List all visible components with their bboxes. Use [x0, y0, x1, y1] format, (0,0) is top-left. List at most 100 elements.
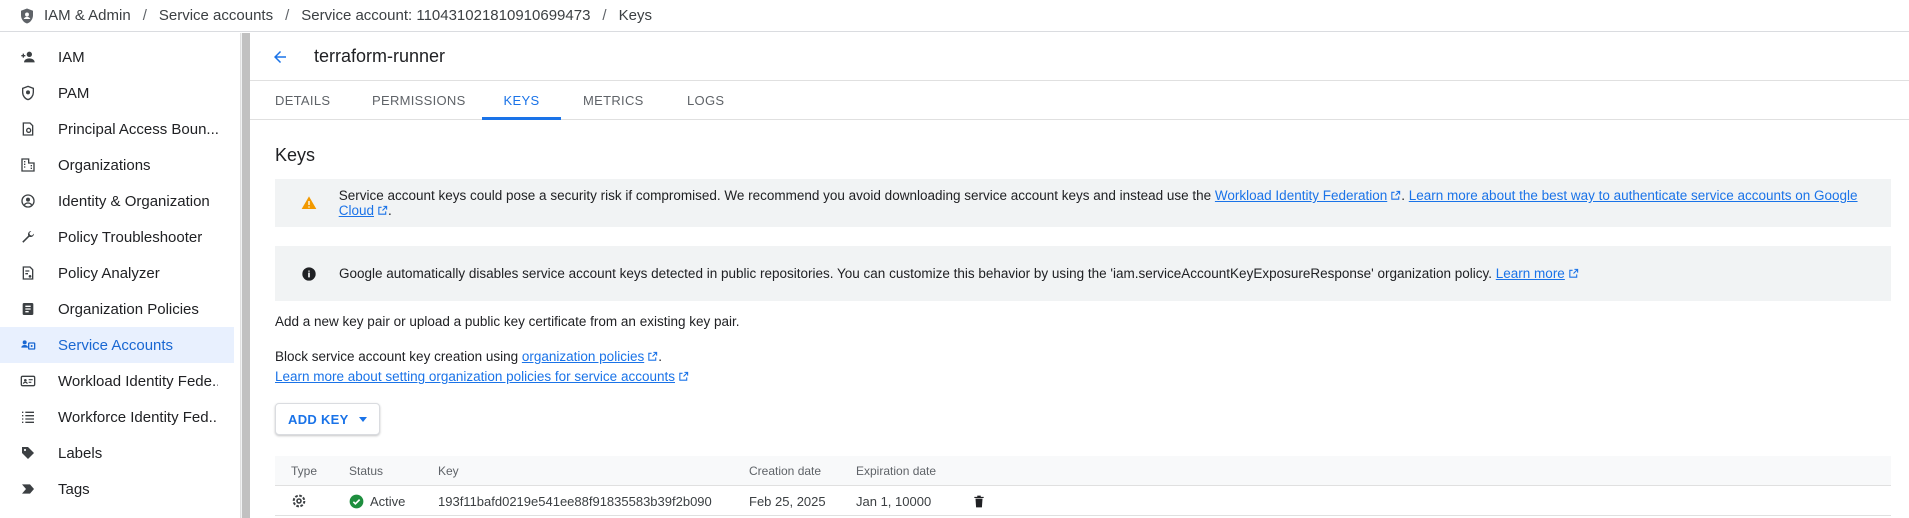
block-key-text: Block service account key creation using…: [275, 349, 662, 364]
sidebar-item-label: Policy Analyzer: [58, 264, 160, 282]
trash-icon: [974, 495, 984, 507]
check-circle-icon: [349, 494, 364, 508]
breadcrumb-service-accounts[interactable]: Service accounts: [159, 7, 273, 24]
sidebar-item-identity-organization[interactable]: Identity & Organization: [0, 183, 234, 219]
sidebar-item-iam[interactable]: IAM: [0, 39, 234, 75]
organization-policies-link[interactable]: organization policies: [522, 349, 644, 364]
breadcrumb-iam-admin[interactable]: IAM & Admin: [44, 7, 131, 24]
list-document-icon: [19, 300, 37, 318]
sidebar-item-organizations[interactable]: Organizations: [0, 147, 234, 183]
tab-permissions[interactable]: PERMISSIONS: [372, 82, 465, 120]
table-row: Active 193f11bafd0219e541ee88f91835583b3…: [275, 486, 1891, 516]
delete-key-button[interactable]: [972, 486, 986, 516]
sidebar-item-label: Workforce Identity Fed...: [58, 408, 218, 426]
sidebar-item-label: Tags: [58, 480, 90, 498]
breadcrumb: IAM & Admin / Service accounts / Service…: [0, 0, 1909, 32]
sidebar-item-workload-identity-federation[interactable]: Workload Identity Fede...: [0, 363, 234, 399]
main-content: terraform-runner DETAILS PERMISSIONS KEY…: [250, 33, 1909, 518]
warning-icon: [299, 193, 319, 213]
sidebar-item-label: Policy Troubleshooter: [58, 228, 203, 246]
sidebar-item-policy-troubleshooter[interactable]: Policy Troubleshooter: [0, 219, 234, 255]
sidebar-item-label: IAM: [58, 48, 85, 66]
document-search-icon: [19, 264, 37, 282]
chevron-tag-icon: [19, 480, 37, 498]
account-circle-icon: [19, 192, 37, 210]
wrench-icon: [19, 228, 37, 246]
creation-date-cell: Feb 25, 2025: [749, 493, 826, 509]
warning-text-separator: .: [1401, 188, 1409, 203]
add-key-button[interactable]: ADD KEY: [275, 403, 380, 435]
sidebar-item-label: Identity & Organization: [58, 192, 210, 210]
add-key-description: Add a new key pair or upload a public ke…: [275, 314, 740, 329]
sidebar: IAM PAM Principal Access Boun... Organiz…: [0, 33, 240, 518]
page-title: terraform-runner: [314, 46, 446, 66]
sidebar-item-pam[interactable]: PAM: [0, 75, 234, 111]
sidebar-item-principal-access-boundary[interactable]: Principal Access Boun...: [0, 111, 234, 147]
tab-logs[interactable]: LOGS: [687, 82, 724, 120]
sidebar-item-policy-analyzer[interactable]: Policy Analyzer: [0, 255, 234, 291]
warning-banner: Service account keys could pose a securi…: [275, 179, 1891, 227]
warning-text-end: .: [387, 203, 392, 218]
external-link-icon: [648, 351, 658, 361]
workload-identity-federation-link[interactable]: Workload Identity Federation: [1215, 188, 1387, 203]
breadcrumb-service-account[interactable]: Service account: 110431021810910699473: [301, 7, 590, 24]
breadcrumb-separator: /: [285, 7, 290, 24]
block-key-text-body: Block service account key creation using: [275, 349, 522, 364]
learn-org-policies-link[interactable]: Learn more about setting organization po…: [275, 369, 675, 384]
learn-org-policies: Learn more about setting organization po…: [275, 369, 689, 384]
breadcrumb-keys: Keys: [618, 7, 652, 24]
sidebar-item-label: Organization Policies: [58, 300, 199, 318]
tag-icon: [19, 444, 37, 462]
breadcrumb-separator: /: [602, 7, 607, 24]
sidebar-item-label: Organizations: [58, 156, 151, 174]
iam-shield-icon: [21, 8, 33, 23]
column-creation-date: Creation date: [749, 464, 822, 478]
tab-keys[interactable]: KEYS: [482, 82, 561, 120]
learn-more-link[interactable]: Learn more: [1496, 266, 1565, 281]
sidebar-item-label: PAM: [58, 84, 90, 102]
back-button[interactable]: [268, 45, 292, 69]
list-icon: [19, 408, 37, 426]
info-banner: Google automatically disables service ac…: [275, 246, 1891, 301]
sidebar-item-label: Workload Identity Fede...: [58, 372, 218, 390]
info-text-body: Google automatically disables service ac…: [339, 266, 1496, 281]
sidebar-item-workforce-identity-federation[interactable]: Workforce Identity Fed...: [0, 399, 234, 435]
key-status-cell: Active: [349, 486, 405, 516]
sidebar-item-label: Principal Access Boun...: [58, 120, 218, 138]
tab-metrics[interactable]: METRICS: [583, 82, 643, 120]
column-status: Status: [349, 464, 384, 478]
scrollbar-thumb[interactable]: [242, 33, 250, 518]
warning-text-body: Service account keys could pose a securi…: [338, 188, 1215, 203]
building-icon: [19, 156, 37, 174]
column-type: Type: [291, 464, 318, 478]
caret-down-icon: [358, 416, 367, 422]
policy-icon: [19, 120, 37, 138]
column-key: Key: [438, 464, 459, 478]
sidebar-item-label: Service Accounts: [58, 336, 174, 354]
page-header: terraform-runner: [250, 33, 1909, 81]
key-id-cell: 193f11bafd0219e541ee88f91835583b39f2b090: [438, 493, 712, 509]
person-add-icon: [19, 48, 37, 66]
sidebar-item-label: Labels: [58, 444, 103, 462]
arrow-left-icon: [274, 50, 286, 63]
info-text: Google automatically disables service ac…: [339, 266, 1579, 281]
sidebar-item-tags[interactable]: Tags: [0, 471, 234, 507]
breadcrumb-separator: /: [142, 7, 147, 24]
tab-bar: DETAILS PERMISSIONS KEYS METRICS LOGS: [250, 82, 1909, 120]
expiration-date-cell: Jan 1, 10000: [856, 493, 932, 509]
external-link-icon: [1391, 190, 1401, 200]
sidebar-item-labels[interactable]: Labels: [0, 435, 234, 471]
badge-icon: [19, 372, 37, 390]
sidebar-item-organization-policies[interactable]: Organization Policies: [0, 291, 234, 327]
sidebar-scrollbar[interactable]: [240, 33, 250, 518]
block-key-text-end: .: [658, 349, 662, 364]
section-title: Keys: [275, 145, 316, 165]
external-link-icon: [679, 371, 689, 381]
sidebar-item-service-accounts[interactable]: Service Accounts: [0, 327, 234, 363]
info-icon: [299, 264, 319, 284]
shield-icon: [19, 84, 37, 102]
service-account-icon: [19, 336, 37, 354]
tab-details[interactable]: DETAILS: [275, 82, 330, 120]
key-type-cell: [291, 486, 307, 516]
external-link-icon: [378, 205, 388, 215]
